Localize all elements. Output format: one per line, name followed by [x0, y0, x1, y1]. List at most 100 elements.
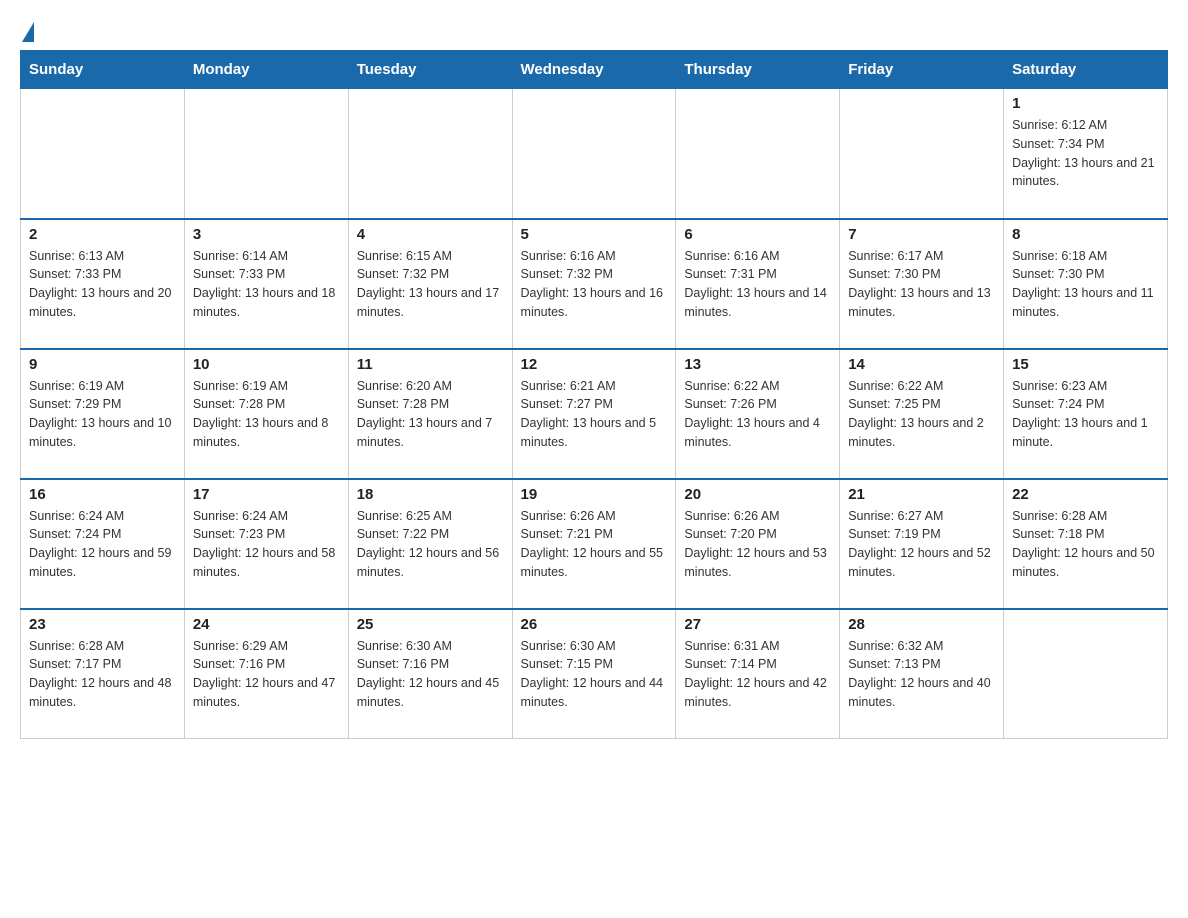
day-number: 2: [29, 226, 176, 243]
day-number: 3: [193, 226, 340, 243]
calendar-day-cell: 21 Sunrise: 6:27 AMSunset: 7:19 PMDayligh…: [840, 479, 1004, 609]
calendar-day-cell: 4 Sunrise: 6:15 AMSunset: 7:32 PMDaylight…: [348, 219, 512, 349]
calendar-day-cell: 5 Sunrise: 6:16 AMSunset: 7:32 PMDaylight…: [512, 219, 676, 349]
calendar-week-row: 9 Sunrise: 6:19 AMSunset: 7:29 PMDaylight…: [21, 349, 1168, 479]
day-number: 24: [193, 616, 340, 633]
calendar-day-cell: [1004, 609, 1168, 739]
day-info: Sunrise: 6:22 AMSunset: 7:26 PMDaylight:…: [684, 377, 831, 452]
day-info: Sunrise: 6:32 AMSunset: 7:13 PMDaylight:…: [848, 637, 995, 712]
calendar-day-cell: 8 Sunrise: 6:18 AMSunset: 7:30 PMDaylight…: [1004, 219, 1168, 349]
day-info: Sunrise: 6:23 AMSunset: 7:24 PMDaylight:…: [1012, 377, 1159, 452]
day-info: Sunrise: 6:21 AMSunset: 7:27 PMDaylight:…: [521, 377, 668, 452]
day-info: Sunrise: 6:30 AMSunset: 7:15 PMDaylight:…: [521, 637, 668, 712]
day-number: 1: [1012, 95, 1159, 112]
day-number: 10: [193, 356, 340, 373]
day-number: 16: [29, 486, 176, 503]
day-number: 13: [684, 356, 831, 373]
calendar-week-row: 23 Sunrise: 6:28 AMSunset: 7:17 PMDayligh…: [21, 609, 1168, 739]
day-info: Sunrise: 6:29 AMSunset: 7:16 PMDaylight:…: [193, 637, 340, 712]
calendar-day-cell: 13 Sunrise: 6:22 AMSunset: 7:26 PMDayligh…: [676, 349, 840, 479]
calendar-day-cell: 7 Sunrise: 6:17 AMSunset: 7:30 PMDaylight…: [840, 219, 1004, 349]
day-info: Sunrise: 6:24 AMSunset: 7:23 PMDaylight:…: [193, 507, 340, 582]
day-number: 6: [684, 226, 831, 243]
calendar-header-sunday: Sunday: [21, 51, 185, 89]
calendar-day-cell: 10 Sunrise: 6:19 AMSunset: 7:28 PMDayligh…: [184, 349, 348, 479]
day-info: Sunrise: 6:19 AMSunset: 7:29 PMDaylight:…: [29, 377, 176, 452]
calendar-day-cell: 15 Sunrise: 6:23 AMSunset: 7:24 PMDayligh…: [1004, 349, 1168, 479]
calendar-header-row: SundayMondayTuesdayWednesdayThursdayFrid…: [21, 51, 1168, 89]
day-info: Sunrise: 6:18 AMSunset: 7:30 PMDaylight:…: [1012, 247, 1159, 322]
day-info: Sunrise: 6:16 AMSunset: 7:31 PMDaylight:…: [684, 247, 831, 322]
day-number: 18: [357, 486, 504, 503]
day-number: 15: [1012, 356, 1159, 373]
day-number: 7: [848, 226, 995, 243]
day-info: Sunrise: 6:30 AMSunset: 7:16 PMDaylight:…: [357, 637, 504, 712]
calendar-day-cell: 19Sunrise: 6:26 AMSunset: 7:21 PMDayligh…: [512, 479, 676, 609]
calendar-day-cell: 25Sunrise: 6:30 AMSunset: 7:16 PMDayligh…: [348, 609, 512, 739]
calendar-day-cell: 6 Sunrise: 6:16 AMSunset: 7:31 PMDaylight…: [676, 219, 840, 349]
day-info: Sunrise: 6:14 AMSunset: 7:33 PMDaylight:…: [193, 247, 340, 322]
day-number: 28: [848, 616, 995, 633]
day-info: Sunrise: 6:25 AMSunset: 7:22 PMDaylight:…: [357, 507, 504, 582]
calendar-day-cell: [840, 89, 1004, 219]
day-info: Sunrise: 6:13 AMSunset: 7:33 PMDaylight:…: [29, 247, 176, 322]
day-number: 8: [1012, 226, 1159, 243]
day-number: 20: [684, 486, 831, 503]
calendar-day-cell: 1 Sunrise: 6:12 AMSunset: 7:34 PMDaylight…: [1004, 89, 1168, 219]
calendar-header-friday: Friday: [840, 51, 1004, 89]
day-number: 22: [1012, 486, 1159, 503]
calendar-week-row: 1 Sunrise: 6:12 AMSunset: 7:34 PMDaylight…: [21, 89, 1168, 219]
day-info: Sunrise: 6:26 AMSunset: 7:20 PMDaylight:…: [684, 507, 831, 582]
calendar-day-cell: 9 Sunrise: 6:19 AMSunset: 7:29 PMDaylight…: [21, 349, 185, 479]
day-number: 17: [193, 486, 340, 503]
day-number: 23: [29, 616, 176, 633]
day-info: Sunrise: 6:15 AMSunset: 7:32 PMDaylight:…: [357, 247, 504, 322]
calendar-day-cell: 12 Sunrise: 6:21 AMSunset: 7:27 PMDayligh…: [512, 349, 676, 479]
day-number: 9: [29, 356, 176, 373]
calendar-header-tuesday: Tuesday: [348, 51, 512, 89]
calendar-week-row: 2 Sunrise: 6:13 AMSunset: 7:33 PMDaylight…: [21, 219, 1168, 349]
day-info: Sunrise: 6:17 AMSunset: 7:30 PMDaylight:…: [848, 247, 995, 322]
calendar-day-cell: 11 Sunrise: 6:20 AMSunset: 7:28 PMDayligh…: [348, 349, 512, 479]
day-info: Sunrise: 6:22 AMSunset: 7:25 PMDaylight:…: [848, 377, 995, 452]
day-info: Sunrise: 6:12 AMSunset: 7:34 PMDaylight:…: [1012, 116, 1159, 191]
calendar-day-cell: 20 Sunrise: 6:26 AMSunset: 7:20 PMDayligh…: [676, 479, 840, 609]
calendar-day-cell: 14 Sunrise: 6:22 AMSunset: 7:25 PMDayligh…: [840, 349, 1004, 479]
calendar-day-cell: [676, 89, 840, 219]
day-info: Sunrise: 6:16 AMSunset: 7:32 PMDaylight:…: [521, 247, 668, 322]
calendar-day-cell: 3 Sunrise: 6:14 AMSunset: 7:33 PMDaylight…: [184, 219, 348, 349]
day-number: 14: [848, 356, 995, 373]
calendar-table: SundayMondayTuesdayWednesdayThursdayFrid…: [20, 50, 1168, 739]
calendar-day-cell: 22 Sunrise: 6:28 AMSunset: 7:18 PMDayligh…: [1004, 479, 1168, 609]
day-number: 4: [357, 226, 504, 243]
calendar-day-cell: [348, 89, 512, 219]
day-info: Sunrise: 6:28 AMSunset: 7:17 PMDaylight:…: [29, 637, 176, 712]
calendar-day-cell: 18 Sunrise: 6:25 AMSunset: 7:22 PMDayligh…: [348, 479, 512, 609]
calendar-day-cell: 27 Sunrise: 6:31 AMSunset: 7:14 PMDayligh…: [676, 609, 840, 739]
day-number: 5: [521, 226, 668, 243]
day-info: Sunrise: 6:20 AMSunset: 7:28 PMDaylight:…: [357, 377, 504, 452]
page-header: [20, 20, 1168, 40]
day-info: Sunrise: 6:27 AMSunset: 7:19 PMDaylight:…: [848, 507, 995, 582]
calendar-day-cell: [184, 89, 348, 219]
day-info: Sunrise: 6:31 AMSunset: 7:14 PMDaylight:…: [684, 637, 831, 712]
day-number: 12: [521, 356, 668, 373]
day-number: 19: [521, 486, 668, 503]
day-info: Sunrise: 6:28 AMSunset: 7:18 PMDaylight:…: [1012, 507, 1159, 582]
calendar-header-wednesday: Wednesday: [512, 51, 676, 89]
calendar-header-monday: Monday: [184, 51, 348, 89]
day-info: Sunrise: 6:19 AMSunset: 7:28 PMDaylight:…: [193, 377, 340, 452]
calendar-day-cell: 2 Sunrise: 6:13 AMSunset: 7:33 PMDaylight…: [21, 219, 185, 349]
day-number: 11: [357, 356, 504, 373]
calendar-day-cell: 26 Sunrise: 6:30 AMSunset: 7:15 PMDayligh…: [512, 609, 676, 739]
day-number: 26: [521, 616, 668, 633]
calendar-day-cell: [512, 89, 676, 219]
day-number: 21: [848, 486, 995, 503]
logo: [20, 20, 34, 40]
day-info: Sunrise: 6:24 AMSunset: 7:24 PMDaylight:…: [29, 507, 176, 582]
day-number: 27: [684, 616, 831, 633]
calendar-day-cell: 23 Sunrise: 6:28 AMSunset: 7:17 PMDayligh…: [21, 609, 185, 739]
calendar-day-cell: 16 Sunrise: 6:24 AMSunset: 7:24 PMDayligh…: [21, 479, 185, 609]
calendar-header-saturday: Saturday: [1004, 51, 1168, 89]
calendar-week-row: 16 Sunrise: 6:24 AMSunset: 7:24 PMDayligh…: [21, 479, 1168, 609]
